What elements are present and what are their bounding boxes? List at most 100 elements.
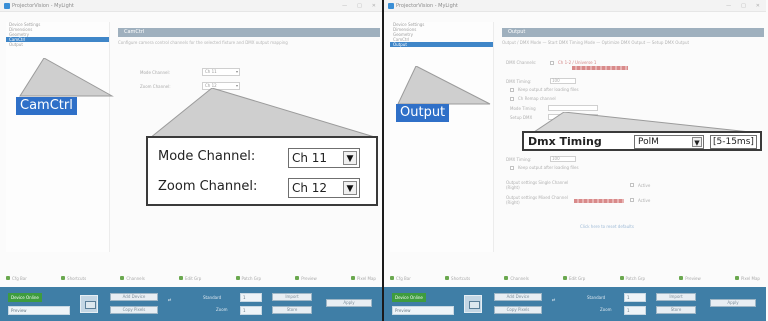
- dmx-timing-input[interactable]: 100: [550, 78, 576, 84]
- copy-pixels-button[interactable]: Copy Pixels: [494, 306, 542, 314]
- toolbar-item[interactable]: Preview: [295, 276, 317, 281]
- app-icon: [388, 3, 394, 9]
- dmx-channels-checkbox[interactable]: [550, 60, 554, 65]
- section-header: Output: [502, 28, 764, 37]
- status-icon: [350, 276, 355, 280]
- device-icon[interactable]: [80, 295, 98, 313]
- toolbar-item[interactable]: Pixel Map: [734, 275, 760, 281]
- sidebar-item-output[interactable]: Output: [390, 42, 493, 47]
- mode-channel-row: Mode Channel: Ch 11 ▾: [140, 68, 240, 76]
- zoom-zoom-channel-label: Zoom Channel:: [158, 179, 258, 194]
- preview-select[interactable]: Preview: [392, 306, 454, 315]
- zoom-select[interactable]: 1: [624, 306, 646, 315]
- single-channel-row: Output settings Single Channel (Right) A…: [506, 180, 650, 190]
- chevron-down-icon: ▼: [343, 181, 357, 195]
- dmx-timing-zoom-box: Dmx Timing PolM ▼ [5-15ms]: [522, 131, 762, 151]
- output-callout-label: Output: [396, 104, 450, 122]
- status-icon: [679, 276, 684, 280]
- toolbar-item-label: Patch Grp: [241, 275, 262, 281]
- dmx-channels-label: DMX Channels:: [506, 60, 537, 65]
- arrows-icon: ⇄: [552, 297, 556, 302]
- device-status-badge[interactable]: Device Online: [392, 293, 426, 302]
- store-button[interactable]: Store: [272, 306, 312, 314]
- toolbar-item-label: Patch Grp: [625, 275, 646, 281]
- toolbar-item[interactable]: Shortcuts: [445, 276, 470, 281]
- dmx-timing-zoom-label: Dmx Timing: [528, 135, 602, 148]
- toolbar-item[interactable]: Edit Grp: [563, 276, 585, 281]
- toolbar-item[interactable]: Cfg Bar: [6, 276, 27, 281]
- mixed-channel-value: Active: [638, 197, 651, 203]
- toolbar-item[interactable]: Channels: [120, 276, 145, 281]
- mode-select[interactable]: 1: [624, 293, 646, 302]
- add-device-button[interactable]: Add Device: [494, 293, 542, 301]
- zoom-mode-channel-select[interactable]: Ch 11 ▼: [288, 148, 360, 168]
- import-button[interactable]: Import: [272, 293, 312, 301]
- zoom-zoom-channel-select[interactable]: Ch 12 ▼: [288, 178, 360, 198]
- close-button[interactable]: ✕: [372, 3, 376, 9]
- app-icon: [4, 3, 10, 9]
- status-icon: [619, 276, 624, 280]
- section-header: CamCtrl: [118, 28, 380, 37]
- callout-wedge: [397, 66, 491, 105]
- dmx-timing-row: DMX Timing: 100: [506, 78, 576, 84]
- store-button[interactable]: Store: [656, 306, 696, 314]
- maximize-button[interactable]: □: [357, 3, 362, 9]
- minimize-button[interactable]: —: [726, 3, 731, 9]
- zoom-zoom-channel-value: Ch 12: [292, 181, 328, 195]
- left-panel: ProjectorVision - MyLight — □ ✕ Device S…: [0, 0, 384, 321]
- dmx-timing-input-2[interactable]: 100: [550, 156, 576, 162]
- chevron-down-icon: ▼: [343, 151, 357, 165]
- minimize-button[interactable]: —: [342, 3, 347, 9]
- maximize-button[interactable]: □: [741, 3, 746, 9]
- device-icon[interactable]: [464, 295, 482, 313]
- mode-timing-input[interactable]: [548, 105, 598, 111]
- dmx-timing-mode-select[interactable]: PolM ▼: [634, 135, 704, 149]
- section-description: Output / DMX Mode — Start DMX Timing Mod…: [502, 40, 690, 45]
- mode-channel-select[interactable]: Ch 11 ▾: [202, 68, 240, 76]
- dmx-timing-label: DMX Timing:: [506, 78, 532, 84]
- reset-defaults-link[interactable]: Click here to reset defaults: [580, 224, 634, 229]
- toolbar-item-label: Pixel Map: [740, 275, 760, 281]
- device-status-badge[interactable]: Device Online: [8, 293, 42, 302]
- toolbar-item[interactable]: Patch Grp: [619, 275, 646, 281]
- mode-label: Standard: [203, 295, 222, 300]
- toolbar-item[interactable]: Channels: [504, 276, 529, 281]
- status-icon: [734, 276, 739, 280]
- preview-select[interactable]: Preview: [8, 306, 70, 315]
- status-icon: [390, 276, 394, 280]
- apply-button[interactable]: Apply: [710, 299, 756, 307]
- dmx-timing-range: [5-15ms]: [710, 135, 757, 149]
- single-channel-checkbox[interactable]: [630, 183, 634, 187]
- apply-button[interactable]: Apply: [326, 299, 372, 307]
- bottom-toolbar: Cfg Bar Shortcuts Channels Edit Grp Patc…: [0, 271, 382, 285]
- toolbar-item[interactable]: Pixel Map: [350, 276, 376, 281]
- remap-checkbox[interactable]: [510, 96, 514, 101]
- remap-row: Ch Remap channel: [510, 96, 556, 101]
- mixed-channel-checkbox[interactable]: [630, 198, 634, 202]
- toolbar-item-label: Cfg Bar: [12, 275, 27, 281]
- dmx-timing-mode-value: PolM: [638, 137, 659, 147]
- keep-output-checkbox-2[interactable]: [510, 165, 514, 170]
- copy-pixels-button[interactable]: Copy Pixels: [110, 306, 158, 314]
- close-button[interactable]: ✕: [756, 3, 760, 9]
- toolbar-item[interactable]: Preview: [679, 276, 701, 281]
- zoom-box: Mode Channel: Ch 11 ▼ Zoom Channel: Ch 1…: [146, 136, 378, 206]
- add-device-button[interactable]: Add Device: [110, 293, 158, 301]
- toolbar-item[interactable]: Edit Grp: [179, 276, 201, 281]
- zoom-label: Zoom: [216, 307, 228, 312]
- sidebar: Device Settings Dimensions Geometry CamC…: [6, 22, 110, 252]
- mode-select[interactable]: 1: [240, 293, 262, 302]
- toolbar-item[interactable]: Cfg Bar: [390, 276, 411, 281]
- zoom-select[interactable]: 1: [240, 306, 262, 315]
- zoom-mode-channel-label: Mode Channel:: [158, 149, 256, 164]
- sidebar-item-output[interactable]: Output: [6, 42, 109, 47]
- keep-output-checkbox[interactable]: [510, 87, 514, 92]
- zoom-zoom-channel-row: Zoom Channel:: [158, 179, 257, 194]
- right-panel: ProjectorVision - MyLight — □ ✕ Device S…: [384, 0, 768, 321]
- import-button[interactable]: Import: [656, 293, 696, 301]
- toolbar-item[interactable]: Shortcuts: [61, 276, 86, 281]
- title-bar: ProjectorVision - MyLight — □ ✕: [384, 0, 766, 12]
- toolbar-item[interactable]: Patch Grp: [235, 275, 262, 281]
- channel-range-bar: [572, 66, 628, 70]
- keep-output-row-2: Keep output after loading files: [510, 165, 579, 170]
